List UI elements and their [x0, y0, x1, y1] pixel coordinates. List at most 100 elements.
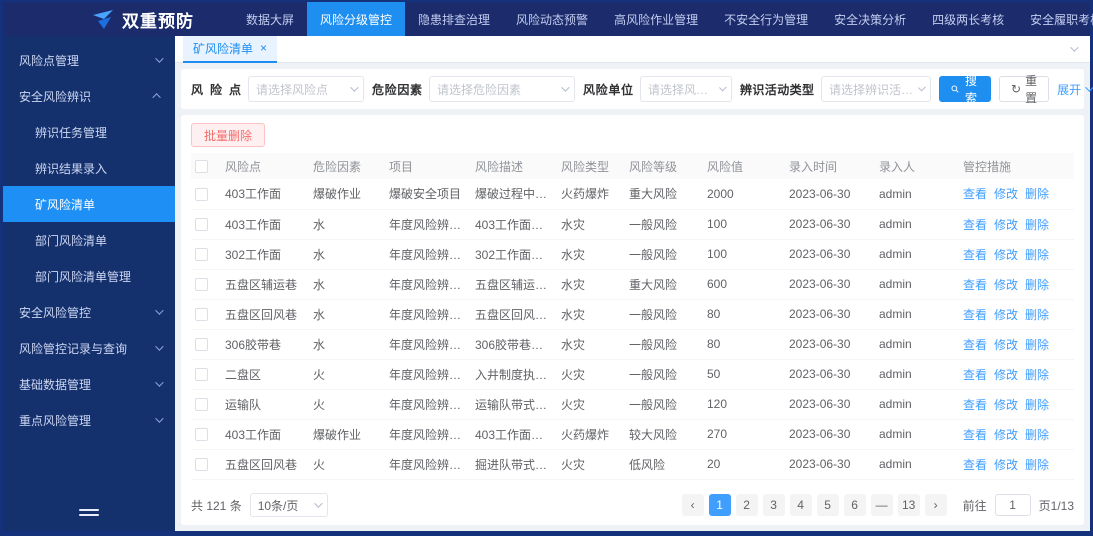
row-action-2[interactable]: 删除: [1025, 338, 1049, 352]
row-action-0[interactable]: 查看: [963, 187, 987, 201]
row-action-1[interactable]: 修改: [994, 248, 1018, 262]
row-action-0[interactable]: 查看: [963, 218, 987, 232]
row-action-0[interactable]: 查看: [963, 338, 987, 352]
row-action-1[interactable]: 修改: [994, 428, 1018, 442]
batch-delete-button[interactable]: 批量删除: [191, 123, 266, 147]
row-action-1[interactable]: 修改: [994, 338, 1018, 352]
row-checkbox[interactable]: [195, 248, 208, 262]
row-actions-cell: 查看 修改 删除: [959, 179, 1074, 210]
sidebar-item-8[interactable]: 风险管控记录与查询: [3, 330, 175, 366]
cell-hazard: 火: [309, 359, 385, 390]
page-button-3[interactable]: 3: [762, 494, 785, 516]
row-action-1[interactable]: 修改: [994, 368, 1018, 382]
row-action-1[interactable]: 修改: [994, 218, 1018, 232]
row-action-2[interactable]: 删除: [1025, 248, 1049, 262]
expand-link[interactable]: 展开: [1057, 81, 1093, 98]
filter-label: 风险点: [191, 82, 241, 97]
row-checkbox[interactable]: [195, 308, 208, 322]
column-header-9: 管控措施: [959, 153, 1074, 179]
sidebar-item-3[interactable]: 辨识结果录入: [3, 150, 175, 186]
select-all-checkbox[interactable]: [195, 160, 208, 174]
cell-level: 一般风险: [625, 359, 703, 390]
sidebar-item-7[interactable]: 安全风险管控: [3, 294, 175, 330]
row-action-1[interactable]: 修改: [994, 308, 1018, 322]
more-pages-button[interactable]: —: [870, 494, 893, 516]
page-size-select[interactable]: 10条/页: [249, 493, 328, 517]
topnav-item-4[interactable]: 高风险作业管理: [601, 2, 711, 36]
refresh-icon: ↻: [1011, 82, 1022, 96]
sidebar-collapse-button[interactable]: [3, 501, 175, 523]
row-action-2[interactable]: 删除: [1025, 428, 1049, 442]
page-button-6[interactable]: 6: [843, 494, 866, 516]
sidebar-item-1[interactable]: 安全风险辨识: [3, 78, 175, 114]
cell-type: 水灾: [557, 239, 625, 270]
row-action-0[interactable]: 查看: [963, 248, 987, 262]
sidebar-item-10[interactable]: 重点风险管理: [3, 402, 175, 438]
topnav-item-8[interactable]: 安全履职考核: [1017, 2, 1093, 36]
filter-select-3[interactable]: 请选择辨识活动类型: [821, 76, 931, 102]
row-action-2[interactable]: 删除: [1025, 278, 1049, 292]
row-action-0[interactable]: 查看: [963, 368, 987, 382]
tab-mine-risk-list[interactable]: 矿风险清单 ×: [183, 35, 278, 63]
row-checkbox[interactable]: [195, 278, 208, 292]
row-checkbox[interactable]: [195, 218, 208, 232]
row-action-1[interactable]: 修改: [994, 398, 1018, 412]
page-button-4[interactable]: 4: [789, 494, 812, 516]
topnav-item-0[interactable]: 数据大屏: [233, 2, 307, 36]
page-indicator: 页1/13: [1038, 498, 1074, 513]
row-checkbox[interactable]: [195, 458, 208, 472]
page-button-2[interactable]: 2: [735, 494, 758, 516]
sidebar-item-label: 安全风险管控: [19, 305, 92, 320]
prev-page-button[interactable]: ‹: [681, 494, 704, 516]
row-action-1[interactable]: 修改: [994, 278, 1018, 292]
row-checkbox[interactable]: [195, 368, 208, 382]
row-action-2[interactable]: 删除: [1025, 187, 1049, 201]
row-action-0[interactable]: 查看: [963, 278, 987, 292]
topnav-item-1[interactable]: 风险分级管控: [307, 2, 406, 36]
row-action-0[interactable]: 查看: [963, 428, 987, 442]
row-action-2[interactable]: 删除: [1025, 218, 1049, 232]
page-button-5[interactable]: 5: [816, 494, 839, 516]
row-action-1[interactable]: 修改: [994, 458, 1018, 472]
chevron-down-icon: [917, 83, 926, 92]
topnav-item-7[interactable]: 四级两长考核: [919, 2, 1017, 36]
tab-label: 矿风险清单: [193, 41, 254, 56]
filter-select-0[interactable]: 请选择风险点: [248, 76, 364, 102]
topnav-item-3[interactable]: 风险动态预警: [503, 2, 601, 36]
sidebar-item-2[interactable]: 辨识任务管理: [3, 114, 175, 150]
reset-button[interactable]: ↻ 重置: [999, 74, 1050, 105]
row-action-0[interactable]: 查看: [963, 308, 987, 322]
tab-close-icon[interactable]: ×: [260, 42, 267, 54]
row-action-0[interactable]: 查看: [963, 398, 987, 412]
cell-level: 一般风险: [625, 239, 703, 270]
cell-risk_point: 五盘区辅运巷: [221, 269, 309, 300]
row-checkbox[interactable]: [195, 187, 208, 201]
sidebar-item-4[interactable]: 矿风险清单: [3, 186, 175, 222]
row-action-2[interactable]: 删除: [1025, 308, 1049, 322]
search-button[interactable]: 搜索: [939, 74, 992, 105]
table-row: 403工作面爆破作业年度风险辨识评估...403工作面火工品...火药爆炸较大风…: [191, 419, 1074, 450]
next-page-button[interactable]: ›: [924, 494, 947, 516]
filter-select-2[interactable]: 请选择风险单位: [640, 76, 732, 102]
row-checkbox[interactable]: [195, 338, 208, 352]
sidebar-item-9[interactable]: 基础数据管理: [3, 366, 175, 402]
filter-select-1[interactable]: 请选择危险因素: [429, 76, 575, 102]
row-action-1[interactable]: 修改: [994, 187, 1018, 201]
row-checkbox[interactable]: [195, 428, 208, 442]
sidebar-item-6[interactable]: 部门风险清单管理: [3, 258, 175, 294]
sidebar-item-0[interactable]: 风险点管理: [3, 42, 175, 78]
cell-project: 年度风险辨识评估...: [385, 449, 471, 480]
goto-page-input[interactable]: [994, 494, 1031, 516]
sidebar-item-5[interactable]: 部门风险清单: [3, 222, 175, 258]
row-action-2[interactable]: 删除: [1025, 398, 1049, 412]
row-action-2[interactable]: 删除: [1025, 458, 1049, 472]
topnav-item-6[interactable]: 安全决策分析: [821, 2, 919, 36]
page-button-13[interactable]: 13: [897, 494, 920, 516]
tab-list-chevron-icon[interactable]: [1070, 43, 1079, 52]
page-button-1[interactable]: 1: [708, 494, 731, 516]
row-action-2[interactable]: 删除: [1025, 368, 1049, 382]
row-checkbox[interactable]: [195, 398, 208, 412]
topnav-item-2[interactable]: 隐患排查治理: [405, 2, 503, 36]
row-action-0[interactable]: 查看: [963, 458, 987, 472]
topnav-item-5[interactable]: 不安全行为管理: [711, 2, 821, 36]
